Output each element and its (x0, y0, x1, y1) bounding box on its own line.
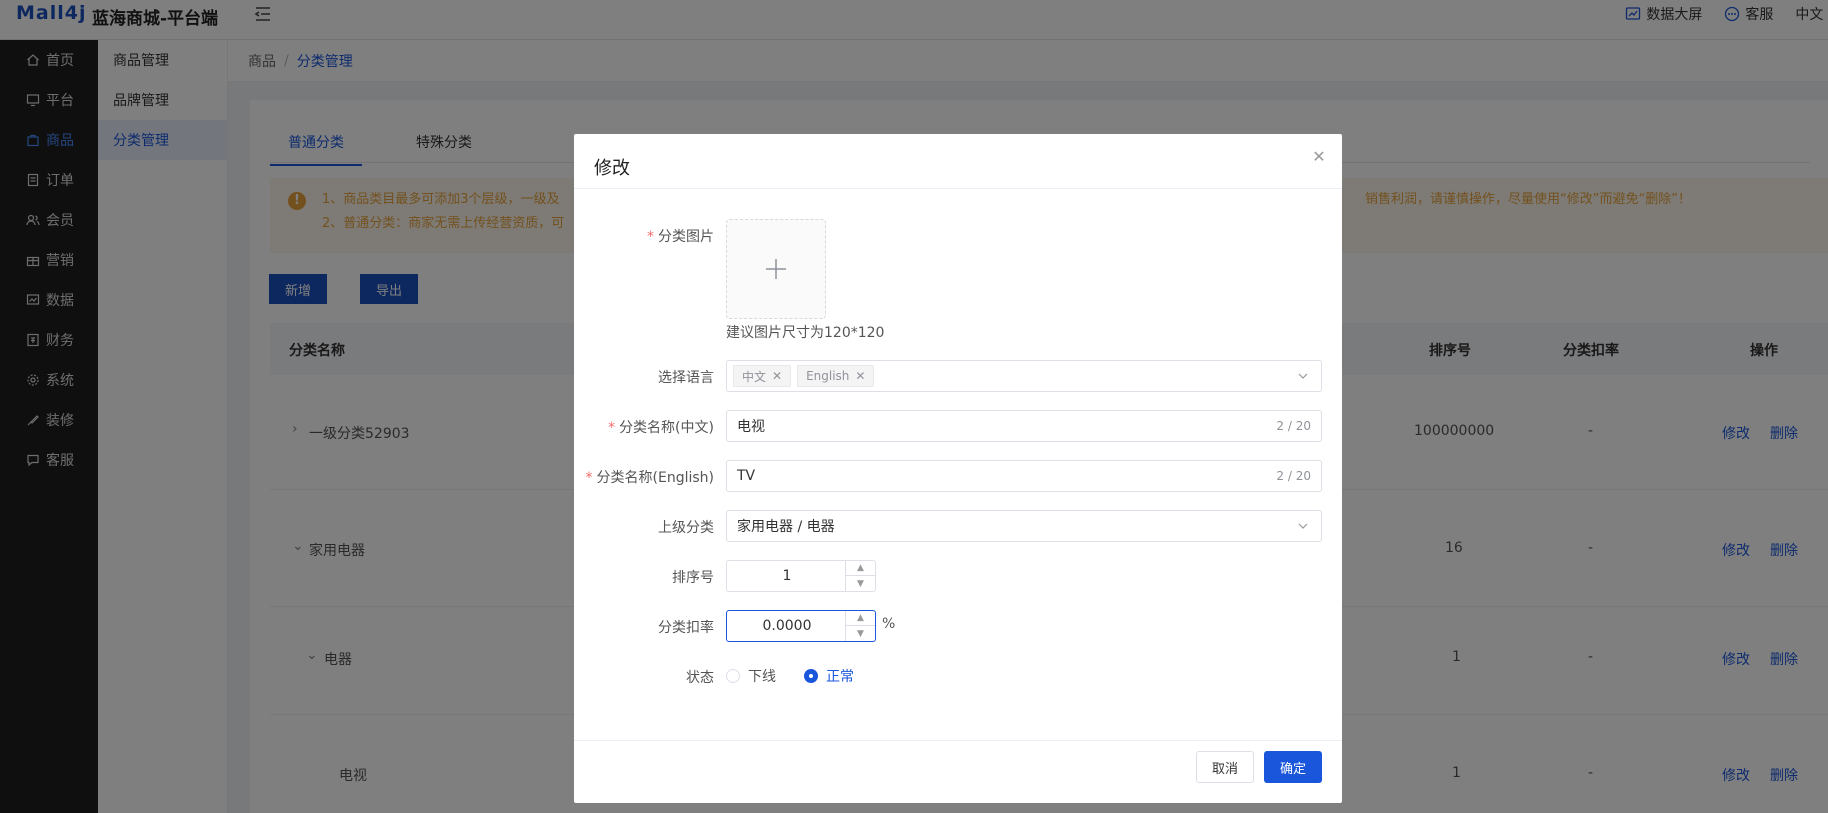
rate-stepper[interactable]: 0.0000 ▲ ▼ (726, 610, 876, 642)
sort-value[interactable]: 1 (727, 561, 847, 591)
name-en-count: 2 / 20 (1276, 469, 1311, 483)
image-label: * 分类图片 (647, 229, 714, 245)
language-tag: 中文 ✕ (733, 365, 792, 387)
decrease-icon[interactable]: ▼ (846, 626, 875, 641)
language-label: 选择语言 (658, 370, 714, 386)
plus-icon (766, 259, 786, 279)
image-label-text: 分类图片 (658, 229, 714, 245)
name-cn-value: 电视 (737, 419, 765, 435)
radio-label: 正常 (826, 669, 854, 685)
radio-dot (726, 669, 740, 683)
tag-close-icon[interactable]: ✕ (855, 369, 865, 383)
name-cn-count: 2 / 20 (1276, 419, 1311, 433)
rate-value[interactable]: 0.0000 (727, 611, 847, 641)
status-normal-radio[interactable]: 正常 (804, 666, 854, 686)
edit-category-dialog: 修改 ✕ * 分类图片 建议图片尺寸为120*120 选择语言 中文 ✕ Engli… (574, 134, 1342, 803)
close-icon[interactable]: ✕ (1310, 148, 1328, 166)
increase-icon[interactable]: ▲ (846, 561, 875, 576)
name-en-label-text: 分类名称(English) (596, 470, 714, 486)
name-en-value: TV (737, 468, 756, 484)
radio-dot (804, 669, 818, 683)
language-tag: English ✕ (797, 365, 875, 387)
cancel-button[interactable]: 取消 (1196, 751, 1254, 783)
stepper-controls: ▲ ▼ (845, 611, 875, 641)
stepper-controls: ▲ ▼ (845, 561, 875, 591)
parent-category-label: 上级分类 (658, 520, 714, 536)
language-select[interactable]: 中文 ✕ English ✕ (726, 360, 1322, 392)
parent-category-select[interactable]: 家用电器 / 电器 (726, 510, 1322, 542)
dialog-header-divider (574, 188, 1342, 189)
image-upload[interactable] (726, 219, 826, 319)
sort-stepper[interactable]: 1 ▲ ▼ (726, 560, 876, 592)
rate-label: 分类扣率 (658, 620, 714, 636)
decrease-icon[interactable]: ▼ (846, 576, 875, 591)
tag-label: 中文 (742, 369, 767, 384)
name-cn-input[interactable]: 电视 2 / 20 (726, 410, 1322, 442)
dialog-title: 修改 (594, 158, 630, 179)
chevron-down-icon (1298, 373, 1308, 379)
increase-icon[interactable]: ▲ (846, 611, 875, 626)
rate-unit: % (882, 616, 896, 632)
sort-label: 排序号 (672, 570, 714, 586)
name-en-label: * 分类名称(English) (585, 470, 714, 486)
chevron-down-icon (1298, 523, 1308, 529)
status-radio-group: 下线 正常 (726, 666, 854, 686)
name-en-input[interactable]: TV 2 / 20 (726, 460, 1322, 492)
parent-category-value: 家用电器 / 电器 (737, 519, 835, 535)
tag-label: English (806, 369, 850, 383)
image-size-tip: 建议图片尺寸为120*120 (726, 325, 885, 341)
name-cn-label-text: 分类名称(中文) (619, 420, 714, 436)
tag-close-icon[interactable]: ✕ (772, 369, 782, 383)
status-label: 状态 (686, 670, 714, 686)
status-offline-radio[interactable]: 下线 (726, 666, 776, 686)
radio-label: 下线 (748, 669, 776, 685)
dialog-footer-divider (574, 740, 1342, 741)
name-cn-label: * 分类名称(中文) (608, 420, 714, 436)
confirm-button[interactable]: 确定 (1264, 751, 1322, 783)
